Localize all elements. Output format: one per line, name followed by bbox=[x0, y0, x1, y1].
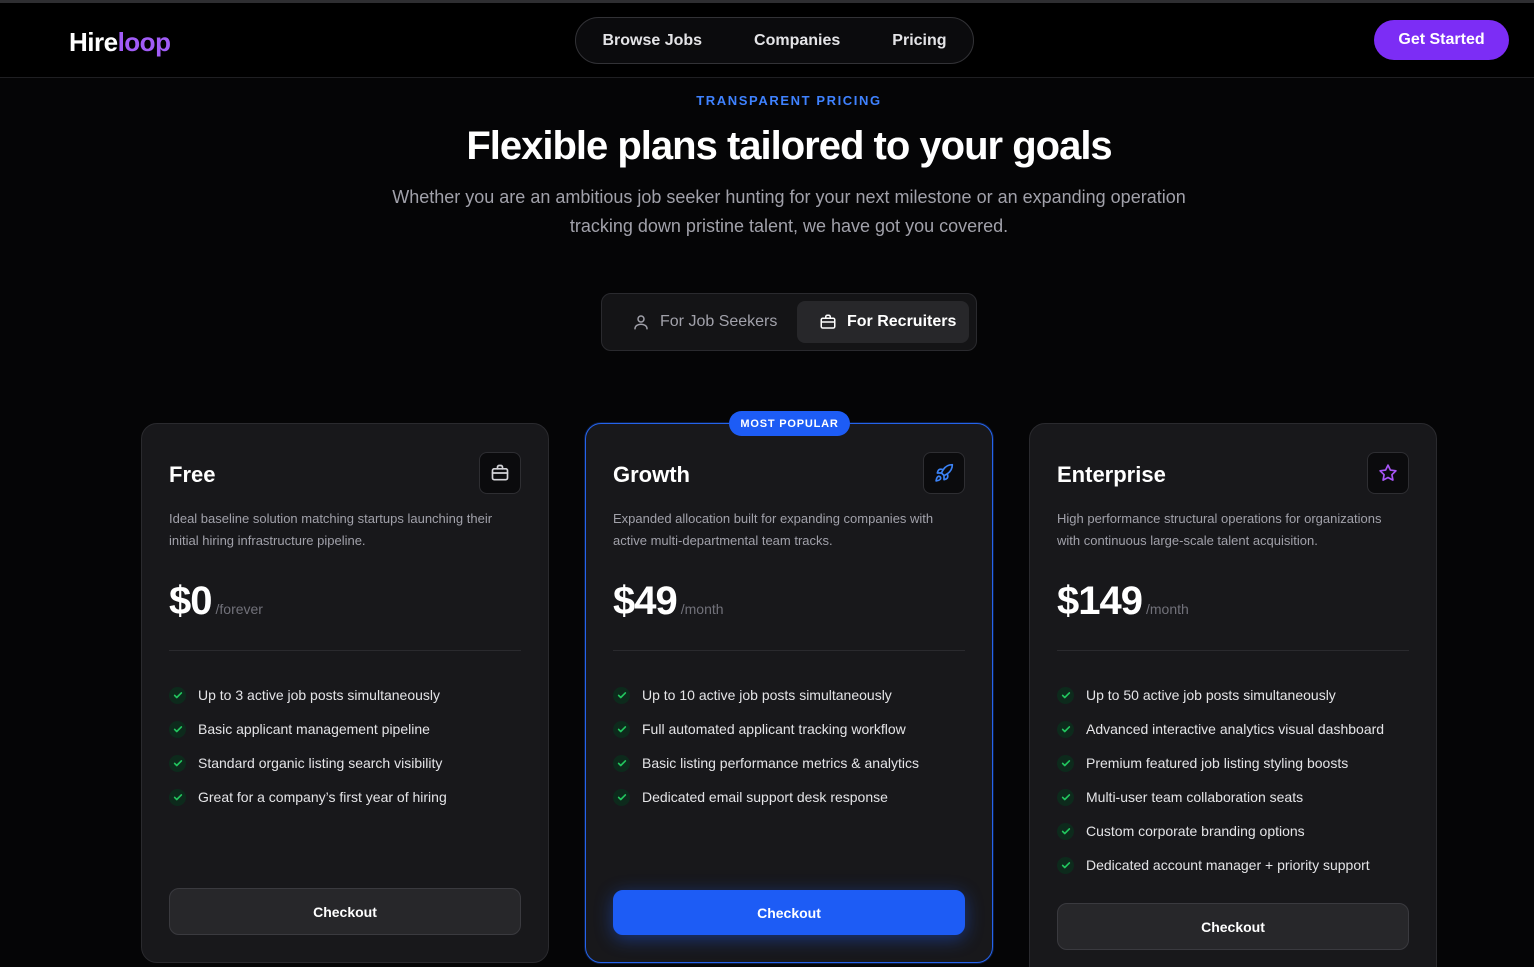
feature-text: Full automated applicant tracking workfl… bbox=[642, 721, 906, 737]
pricing-eyebrow: TRANSPARENT PRICING bbox=[696, 93, 882, 108]
toggle-job-seekers-label: For Job Seekers bbox=[660, 313, 778, 330]
feature-list: Up to 10 active job posts simultaneously… bbox=[613, 678, 965, 814]
feature-text: Standard organic listing search visibili… bbox=[198, 755, 443, 771]
plan-card-free: Free Ideal baseline solution matching st… bbox=[141, 423, 549, 963]
page-subtitle: Whether you are an ambitious job seeker … bbox=[392, 187, 1186, 236]
toggle-recruiters[interactable]: For Recruiters bbox=[797, 301, 969, 343]
feature-list: Up to 3 active job posts simultaneously … bbox=[169, 678, 521, 814]
feature-text: Basic applicant management pipeline bbox=[198, 721, 430, 737]
plan-price: $49 /month bbox=[613, 579, 724, 624]
feature-list: Up to 50 active job posts simultaneously… bbox=[1057, 678, 1409, 882]
plan-icon-box bbox=[479, 452, 521, 494]
user-icon bbox=[634, 315, 648, 330]
checkout-button-free[interactable]: Checkout bbox=[169, 888, 521, 935]
checkout-button-growth[interactable]: Checkout bbox=[613, 890, 965, 935]
check-icon bbox=[1057, 856, 1074, 874]
check-icon bbox=[1057, 788, 1074, 806]
feature-item: Advanced interactive analytics visual da… bbox=[1057, 712, 1409, 746]
logo-text-hire: Hire bbox=[69, 27, 118, 57]
logo-text-loop: loop bbox=[117, 27, 171, 57]
feature-item: Full automated applicant tracking workfl… bbox=[613, 712, 965, 746]
price-amount: $49 bbox=[613, 579, 678, 623]
check-icon bbox=[169, 720, 186, 738]
feature-item: Basic applicant management pipeline bbox=[169, 712, 521, 746]
plan-description: Ideal baseline solution matching startup… bbox=[169, 511, 493, 548]
plan-description: Expanded allocation built for expanding … bbox=[613, 511, 934, 548]
feature-text: Up to 50 active job posts simultaneously bbox=[1086, 687, 1336, 703]
divider bbox=[169, 650, 521, 651]
feature-text: Multi-user team collaboration seats bbox=[1086, 789, 1304, 805]
nav-pricing[interactable]: Pricing bbox=[892, 32, 946, 50]
check-icon bbox=[1057, 822, 1074, 840]
toggle-recruiters-label: For Recruiters bbox=[847, 313, 957, 330]
feature-text: Dedicated account manager + priority sup… bbox=[1086, 857, 1370, 873]
checkout-button-enterprise[interactable]: Checkout bbox=[1057, 903, 1409, 950]
star-icon bbox=[1379, 464, 1397, 481]
rocket-icon bbox=[935, 463, 954, 482]
plan-price: $0 /forever bbox=[169, 579, 263, 624]
price-amount: $0 bbox=[169, 579, 212, 623]
check-icon bbox=[613, 686, 630, 704]
plan-name: Growth bbox=[613, 462, 690, 487]
feature-item: Standard organic listing search visibili… bbox=[169, 746, 521, 780]
nav-browse-jobs[interactable]: Browse Jobs bbox=[602, 32, 702, 50]
plan-name: Enterprise bbox=[1057, 462, 1166, 487]
check-icon bbox=[1057, 720, 1074, 738]
feature-item: Basic listing performance metrics & anal… bbox=[613, 746, 965, 780]
feature-text: Great for a company’s first year of hiri… bbox=[198, 789, 447, 805]
check-icon bbox=[613, 788, 630, 806]
feature-text: Advanced interactive analytics visual da… bbox=[1086, 721, 1385, 737]
feature-item: Premium featured job listing styling boo… bbox=[1057, 746, 1409, 780]
feature-text: Premium featured job listing styling boo… bbox=[1086, 755, 1349, 771]
briefcase-icon bbox=[820, 314, 836, 329]
plan-icon-box bbox=[923, 452, 965, 494]
logo[interactable]: Hireloop bbox=[69, 27, 171, 57]
feature-item: Up to 10 active job posts simultaneously bbox=[613, 678, 965, 712]
feature-item: Multi-user team collaboration seats bbox=[1057, 780, 1409, 814]
feature-text: Up to 3 active job posts simultaneously bbox=[198, 687, 441, 703]
divider bbox=[613, 650, 965, 651]
plan-price: $149 /month bbox=[1057, 579, 1189, 624]
price-period: /forever bbox=[215, 601, 263, 617]
page-title: Flexible plans tailored to your goals bbox=[466, 124, 1112, 168]
feature-item: Dedicated account manager + priority sup… bbox=[1057, 848, 1409, 882]
nav-companies[interactable]: Companies bbox=[754, 32, 840, 50]
toggle-job-seekers[interactable]: For Job Seekers bbox=[608, 301, 796, 343]
feature-text: Basic listing performance metrics & anal… bbox=[642, 755, 919, 771]
briefcase-icon bbox=[491, 464, 509, 481]
audience-toggle: For Job Seekers For Recruiters bbox=[601, 293, 977, 351]
feature-text: Dedicated email support desk response bbox=[642, 789, 888, 805]
check-icon bbox=[169, 788, 186, 806]
get-started-button[interactable]: Get Started bbox=[1374, 20, 1509, 60]
price-period: /month bbox=[680, 601, 724, 617]
feature-item: Up to 3 active job posts simultaneously bbox=[169, 678, 521, 712]
feature-item: Custom corporate branding options bbox=[1057, 814, 1409, 848]
plan-card-enterprise: Enterprise High performance structural o… bbox=[1029, 423, 1437, 967]
check-icon bbox=[613, 754, 630, 772]
plan-description: High performance structural operations f… bbox=[1057, 511, 1382, 548]
feature-item: Dedicated email support desk response bbox=[613, 780, 965, 814]
plan-card-growth: Growth Expanded allocation built for exp… bbox=[585, 423, 993, 963]
price-period: /month bbox=[1145, 601, 1189, 617]
check-icon bbox=[169, 754, 186, 772]
divider bbox=[1057, 650, 1409, 651]
feature-item: Up to 50 active job posts simultaneously bbox=[1057, 678, 1409, 712]
check-icon bbox=[1057, 754, 1074, 772]
feature-text: Up to 10 active job posts simultaneously bbox=[642, 687, 892, 703]
most-popular-badge: MOST POPULAR bbox=[729, 411, 850, 436]
check-icon bbox=[613, 720, 630, 738]
site-header: Hireloop Browse Jobs Companies Pricing G… bbox=[0, 3, 1534, 78]
check-icon bbox=[1057, 686, 1074, 704]
check-icon bbox=[169, 686, 186, 704]
price-amount: $149 bbox=[1057, 579, 1143, 623]
plan-icon-box bbox=[1367, 452, 1409, 494]
feature-item: Great for a company’s first year of hiri… bbox=[169, 780, 521, 814]
feature-text: Custom corporate branding options bbox=[1086, 823, 1305, 839]
plan-name: Free bbox=[169, 462, 216, 487]
main-nav: Browse Jobs Companies Pricing bbox=[575, 17, 974, 64]
